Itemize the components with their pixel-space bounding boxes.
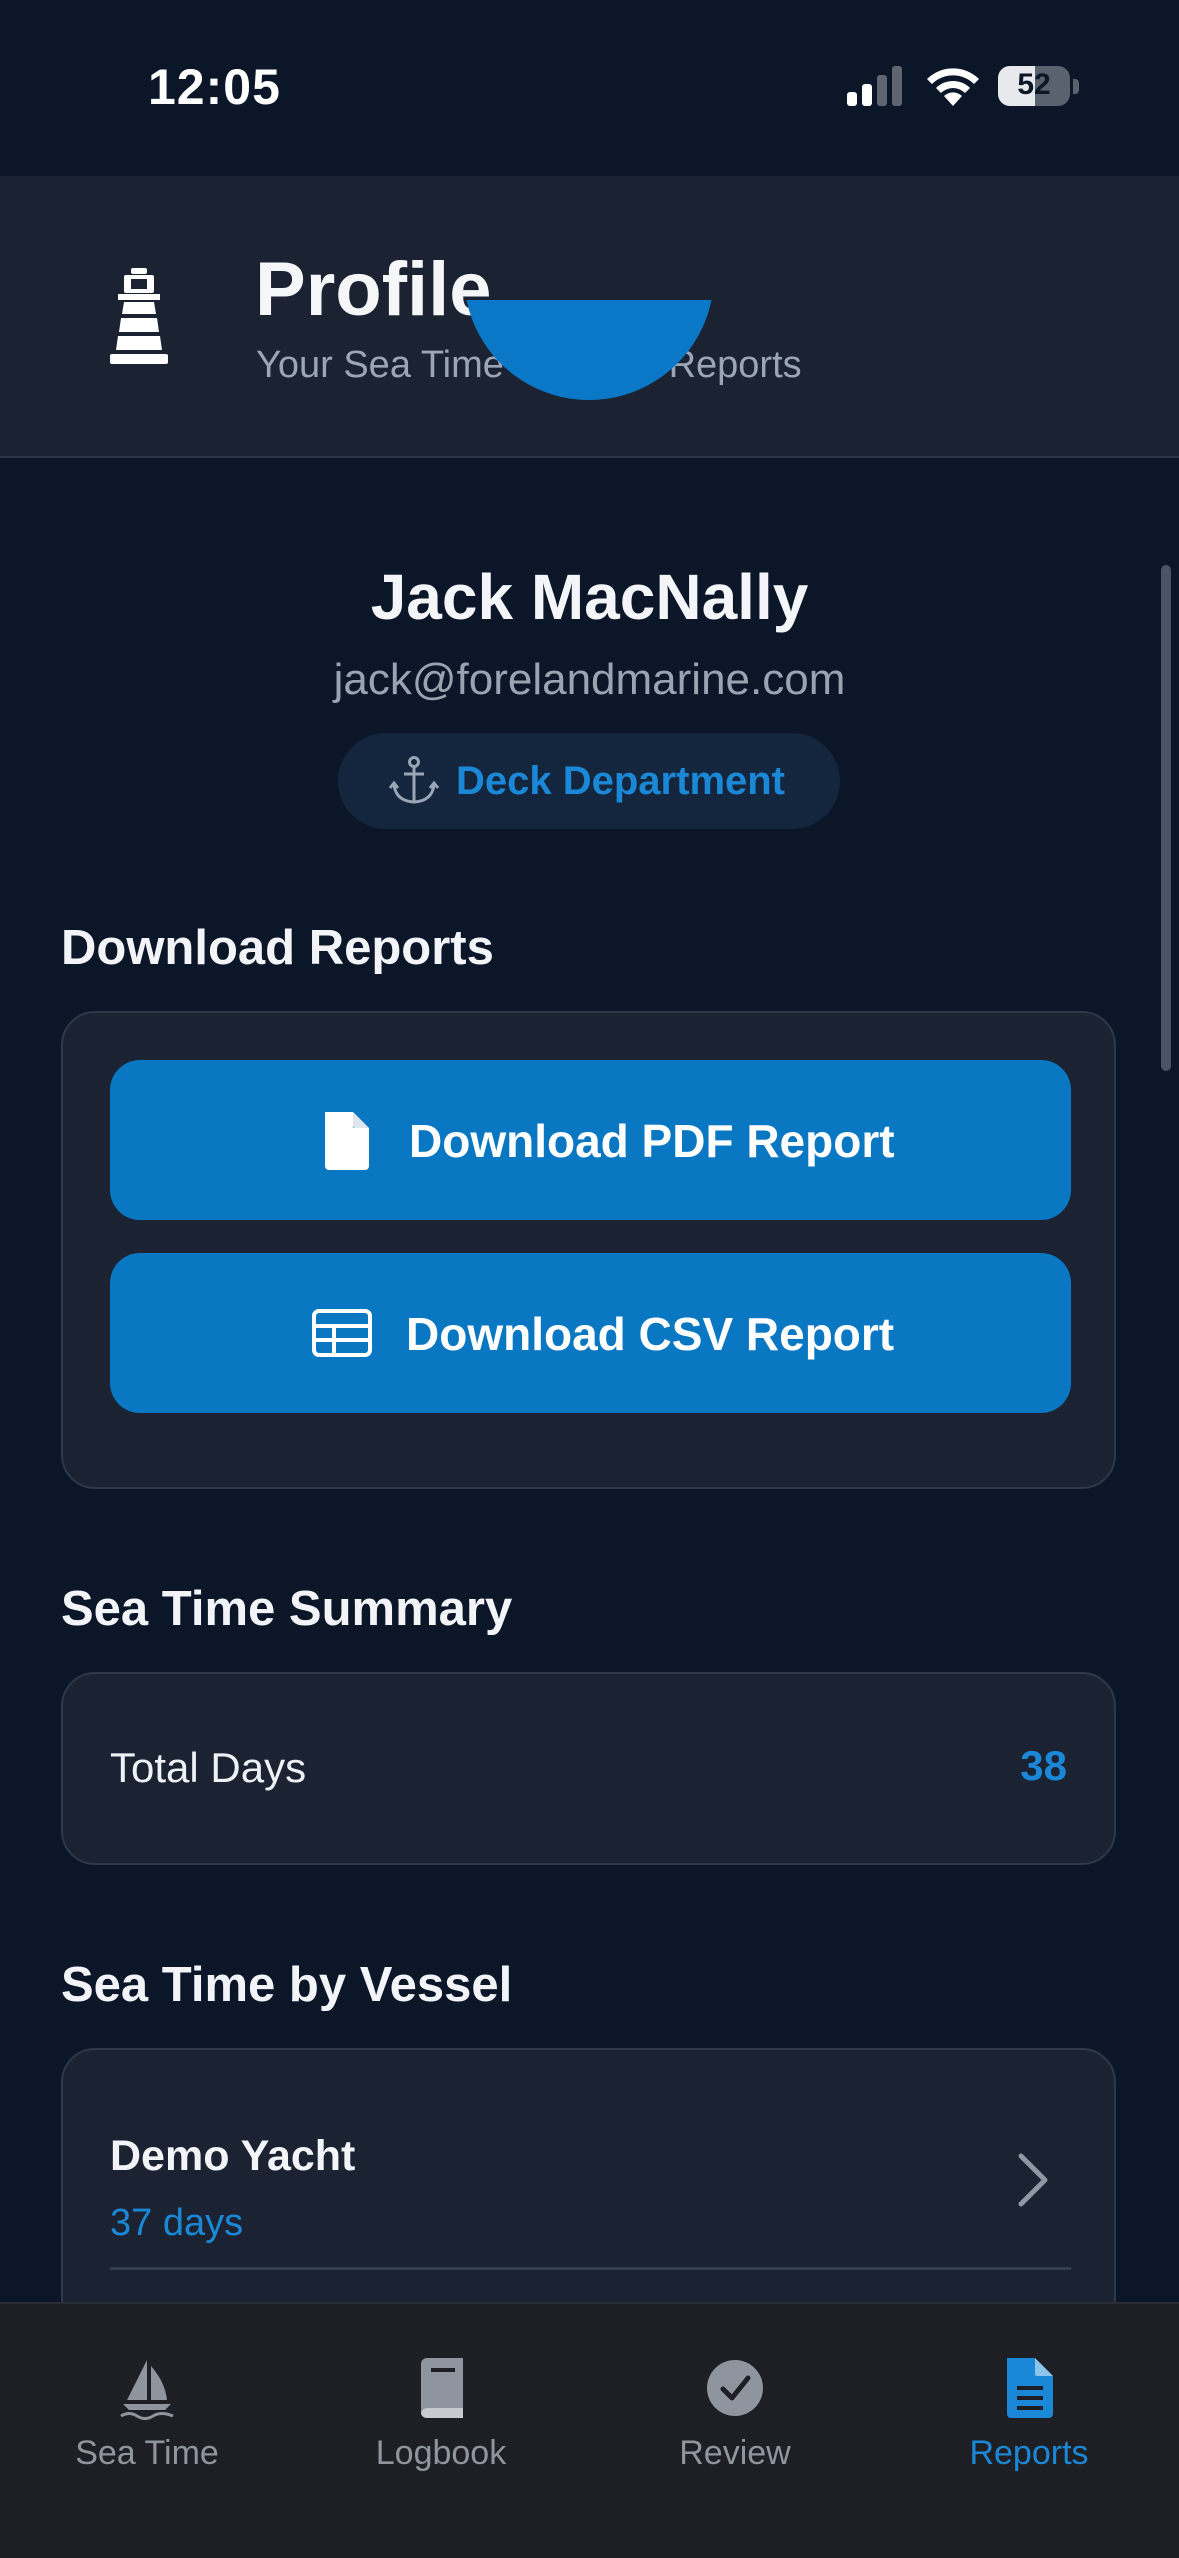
vessel-row[interactable]: Demo Yacht 37 days	[63, 2050, 1114, 2270]
tab-sea-time[interactable]: Sea Time	[0, 2304, 294, 2558]
download-reports-card: Download PDF Report Download CSV Report	[61, 1011, 1116, 1489]
profile-name: Jack MacNally	[370, 561, 809, 633]
download-csv-label: Download CSV Report	[406, 1308, 895, 1360]
document-icon	[325, 1112, 369, 1170]
tab-bar: Sea Time Logbook Review Reports	[0, 2302, 1179, 2558]
anchor-icon	[388, 756, 440, 804]
total-days-value: 38	[1020, 1742, 1067, 1789]
download-pdf-button[interactable]: Download PDF Report	[110, 1060, 1071, 1220]
tab-label: Sea Time	[75, 2434, 219, 2472]
department-label: Deck Department	[456, 759, 786, 803]
cellular-signal-icon	[847, 66, 902, 106]
scrollbar[interactable]	[1161, 565, 1171, 1071]
avatar[interactable]	[464, 300, 714, 514]
battery-icon: 52	[998, 66, 1080, 108]
vessel-name: Demo Yacht	[110, 2132, 356, 2180]
department-badge: Deck Department	[338, 733, 840, 829]
profile-email: jack@forelandmarine.com	[333, 655, 846, 704]
download-reports-title: Download Reports	[61, 921, 494, 975]
sailboat-icon	[120, 2360, 174, 2420]
battery-percent: 52	[1017, 68, 1051, 101]
book-icon	[421, 2358, 463, 2419]
tab-label: Logbook	[375, 2434, 507, 2472]
by-vessel-title: Sea Time by Vessel	[61, 1958, 513, 2012]
download-csv-button[interactable]: Download CSV Report	[110, 1253, 1071, 1413]
row-divider	[110, 2267, 1071, 2270]
lighthouse-icon	[110, 268, 168, 364]
tab-logbook[interactable]: Logbook	[294, 2304, 588, 2558]
tab-label: Review	[679, 2434, 791, 2472]
checkmark-circle-icon	[707, 2360, 763, 2416]
download-pdf-label: Download PDF Report	[409, 1115, 895, 1167]
vessel-days: 37 days	[110, 2202, 244, 2244]
page-title: Profile	[255, 247, 492, 332]
status-bar: 12:05 52	[0, 0, 1179, 176]
tab-reports[interactable]: Reports	[882, 2304, 1176, 2558]
wifi-icon	[927, 68, 979, 106]
chevron-right-icon	[1018, 2153, 1048, 2207]
tab-review[interactable]: Review	[588, 2304, 882, 2558]
tab-label: Reports	[969, 2434, 1089, 2472]
total-days-label: Total Days	[110, 1744, 307, 1791]
summary-title: Sea Time Summary	[61, 1582, 513, 1636]
document-icon	[1007, 2358, 1053, 2418]
summary-card: Total Days 38	[61, 1672, 1116, 1865]
status-time: 12:05	[148, 59, 281, 115]
table-icon	[312, 1309, 372, 1357]
